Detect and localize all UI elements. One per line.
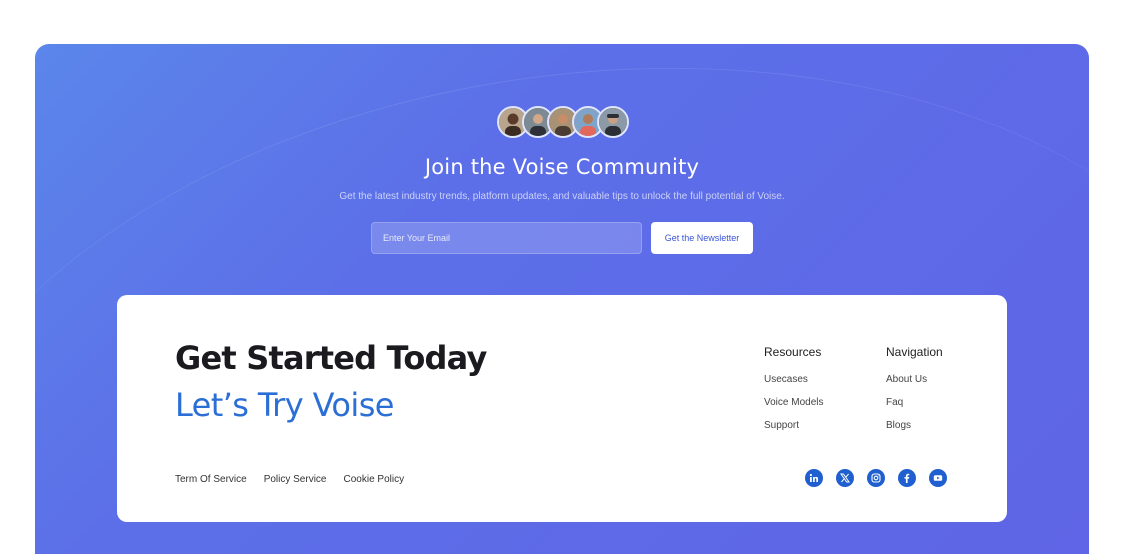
footer-card: Get Started Today Let’s Try Voise Resour… xyxy=(117,295,1007,522)
community-section: Join the Voise Community Get the latest … xyxy=(35,44,1089,554)
navigation-heading: Navigation xyxy=(886,345,943,359)
footer-headline: Get Started Today xyxy=(175,339,487,377)
link-blogs[interactable]: Blogs xyxy=(886,420,943,431)
community-subtitle: Get the latest industry trends, platform… xyxy=(339,191,785,202)
link-cookie-policy[interactable]: Cookie Policy xyxy=(344,474,405,485)
link-usecases[interactable]: Usecases xyxy=(764,374,823,385)
footer-subheadline: Let’s Try Voise xyxy=(175,386,394,424)
link-policy-service[interactable]: Policy Service xyxy=(264,474,327,485)
navigation-column: Navigation About Us Faq Blogs xyxy=(886,345,943,443)
x-icon[interactable] xyxy=(836,469,854,487)
email-input[interactable] xyxy=(371,222,642,254)
link-voice-models[interactable]: Voice Models xyxy=(764,397,823,408)
newsletter-button[interactable]: Get the Newsletter xyxy=(651,222,753,254)
avatar xyxy=(597,106,629,138)
link-support[interactable]: Support xyxy=(764,420,823,431)
avatar-group xyxy=(497,106,629,138)
instagram-icon[interactable] xyxy=(867,469,885,487)
social-links xyxy=(805,469,960,487)
linkedin-icon[interactable] xyxy=(805,469,823,487)
legal-links: Term Of Service Policy Service Cookie Po… xyxy=(175,474,421,485)
resources-column: Resources Usecases Voice Models Support xyxy=(764,345,823,443)
link-term-of-service[interactable]: Term Of Service xyxy=(175,474,247,485)
facebook-icon[interactable] xyxy=(898,469,916,487)
community-title: Join the Voise Community xyxy=(424,155,700,179)
link-about-us[interactable]: About Us xyxy=(886,374,943,385)
resources-heading: Resources xyxy=(764,345,822,359)
youtube-icon[interactable] xyxy=(929,469,947,487)
link-faq[interactable]: Faq xyxy=(886,397,943,408)
